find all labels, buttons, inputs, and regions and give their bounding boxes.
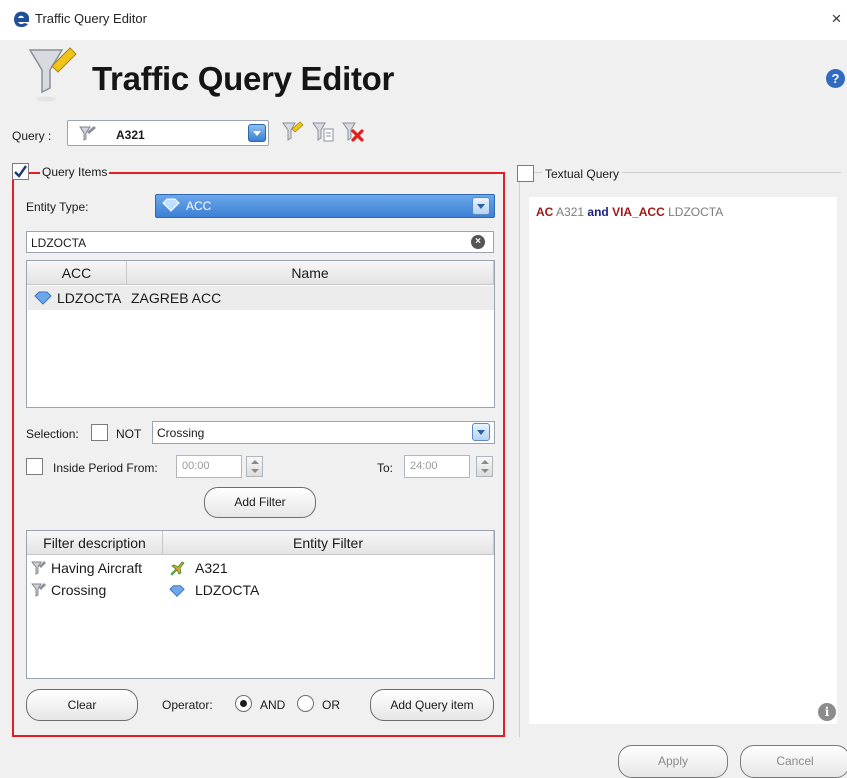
table-row[interactable]: Having Aircraft A321 [27, 557, 494, 579]
query-value: LDZOCTA [668, 205, 724, 219]
new-filter-icon[interactable] [280, 119, 306, 145]
period-from-input[interactable]: 00:00 [176, 455, 242, 478]
acc-sector-icon [34, 291, 52, 305]
query-operator: and [587, 205, 609, 219]
filter-funnel-icon [28, 47, 77, 102]
query-label: Query : [12, 129, 52, 143]
spin-arrows-icon[interactable] [246, 456, 263, 477]
filter-icon [31, 561, 46, 575]
add-query-item-button[interactable]: Add Query item [370, 689, 494, 721]
query-items-label: Query Items [40, 165, 110, 179]
entity-table: ACC Name LDZOCTA ZAGREB ACC [26, 260, 495, 408]
acc-sector-icon [162, 198, 180, 212]
clear-button[interactable]: Clear [26, 689, 138, 721]
textual-query-label: Textual Query [542, 167, 623, 181]
inside-period-label: Inside Period From: [53, 461, 158, 475]
entity-search-input[interactable] [26, 231, 494, 253]
cell-entity-filter: A321 [195, 560, 228, 576]
column-header-filter-description[interactable]: Filter description [27, 531, 163, 555]
column-header-entity-filter[interactable]: Entity Filter [163, 531, 494, 555]
window-title: Traffic Query Editor [35, 11, 147, 26]
query-keyword: AC [536, 205, 554, 219]
operator-and-label: AND [260, 698, 286, 712]
column-header-name[interactable]: Name [127, 261, 494, 285]
apply-button[interactable]: Apply [618, 745, 728, 778]
textual-query-area[interactable] [529, 197, 837, 724]
table-row[interactable]: Crossing LDZOCTA [27, 579, 494, 601]
filter-icon [31, 583, 46, 597]
to-label: To: [377, 461, 394, 475]
query-keyword: VIA_ACC [612, 205, 665, 219]
inside-period-checkbox[interactable] [26, 458, 43, 475]
chevron-down-icon[interactable] [472, 423, 490, 441]
delete-filter-icon[interactable] [340, 119, 366, 145]
entity-search-value: LDZOCTA [31, 236, 87, 250]
operator-or-radio[interactable] [297, 695, 314, 712]
operator-label: Operator: [162, 698, 213, 712]
cell-name: ZAGREB ACC [131, 290, 222, 306]
entity-type-label: Entity Type: [26, 200, 89, 214]
acc-sector-icon [169, 585, 185, 597]
operator-or-label: OR [322, 698, 340, 712]
period-to-input[interactable]: 24:00 [404, 455, 470, 478]
chevron-down-icon[interactable] [248, 124, 266, 142]
cancel-button[interactable]: Cancel [740, 745, 847, 778]
column-header-acc[interactable]: ACC [27, 261, 127, 285]
query-items-checkbox[interactable] [12, 163, 29, 180]
clear-search-icon[interactable]: × [471, 235, 485, 249]
cell-filter-description: Crossing [51, 582, 107, 598]
cell-filter-description: Having Aircraft [51, 560, 143, 576]
textual-query-text: AC A321 and VIA_ACC LDZOCTA [536, 205, 723, 219]
filter-table: Filter description Entity Filter Having … [26, 530, 495, 679]
cell-entity-filter: LDZOCTA [195, 582, 260, 598]
copy-filter-icon[interactable] [310, 119, 336, 145]
page-title: Traffic Query Editor [92, 60, 395, 97]
not-label: NOT [116, 427, 142, 441]
cell-acc: LDZOCTA [57, 290, 122, 306]
spin-arrows-icon[interactable] [476, 456, 493, 477]
add-filter-button[interactable]: Add Filter [204, 487, 316, 518]
aircraft-icon [170, 561, 185, 576]
radio-selected-dot [240, 700, 247, 707]
entity-type-value: ACC [186, 199, 212, 213]
textual-query-checkbox[interactable] [517, 165, 534, 182]
chevron-down-icon[interactable] [472, 197, 490, 215]
table-row[interactable]: LDZOCTA ZAGREB ACC [28, 286, 494, 310]
query-value: A321 [556, 205, 585, 219]
e-logo-icon [14, 11, 29, 28]
help-icon[interactable]: ? [826, 69, 845, 88]
info-icon[interactable]: i [818, 703, 836, 721]
selection-label: Selection: [26, 427, 79, 441]
not-checkbox[interactable] [91, 424, 108, 441]
query-select-value: A321 [116, 128, 145, 142]
selection-value: Crossing [157, 426, 205, 440]
filter-icon [79, 126, 96, 141]
checkmark-icon [14, 165, 27, 178]
close-button[interactable]: × [826, 10, 847, 30]
